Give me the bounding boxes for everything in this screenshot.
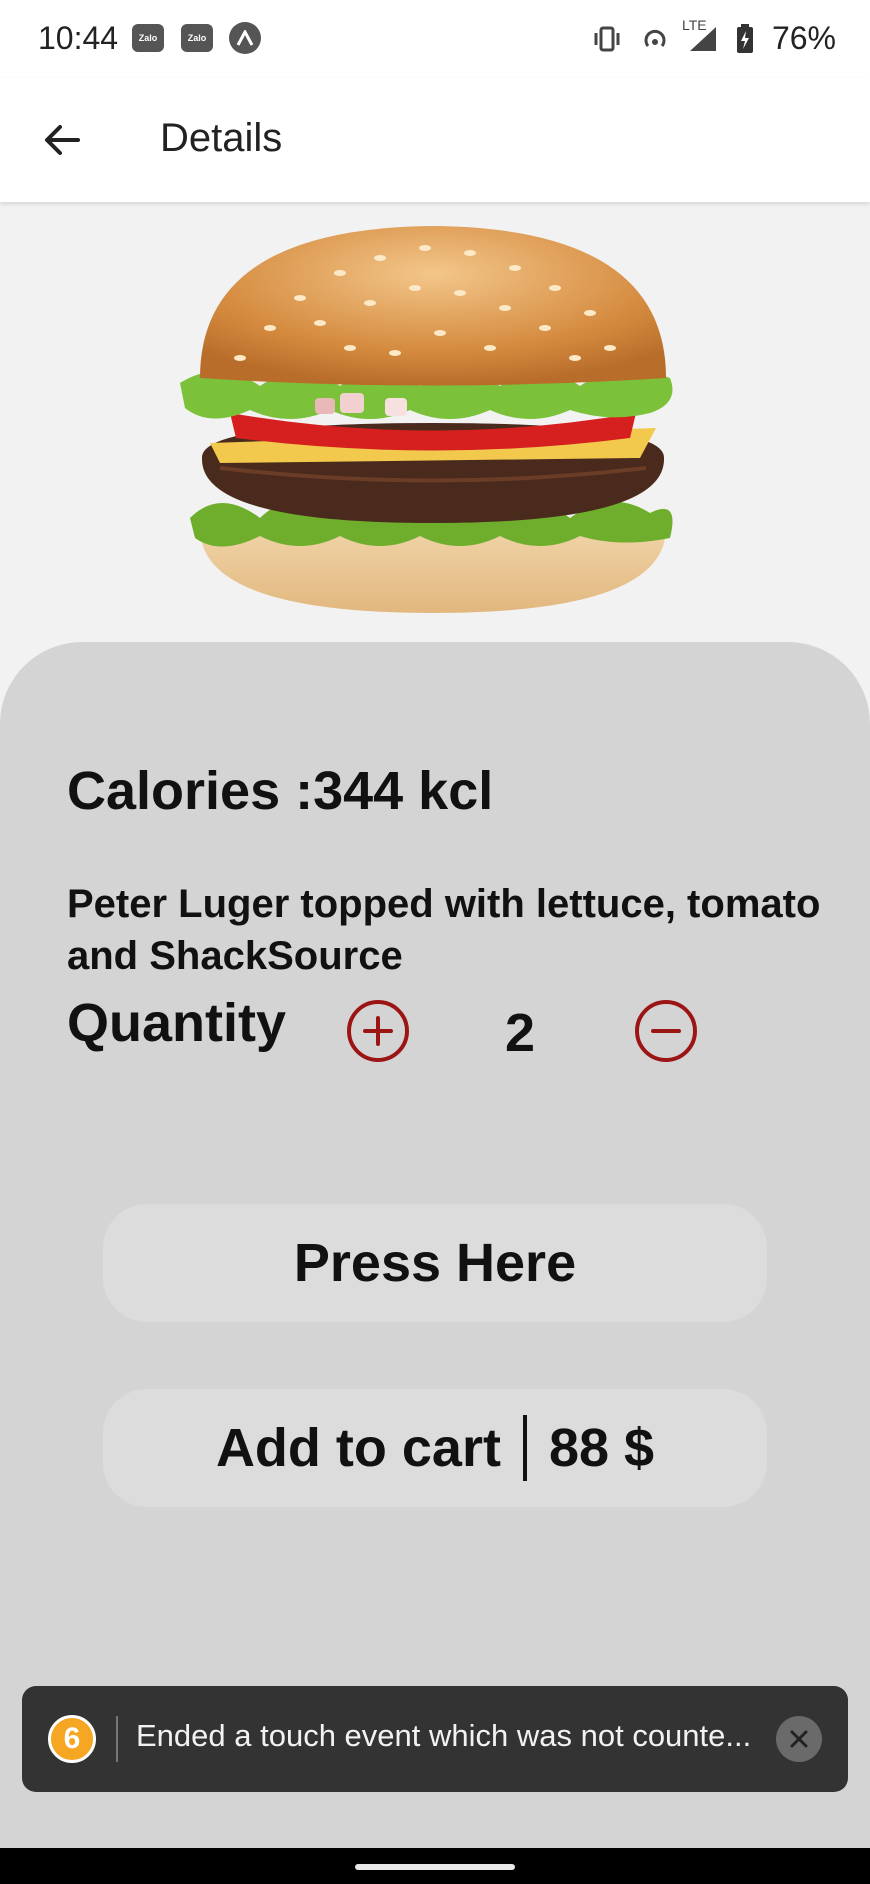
network-label: LTE bbox=[681, 16, 707, 33]
decrease-quantity-button[interactable] bbox=[635, 1000, 697, 1062]
signal-icon: LTE bbox=[682, 17, 718, 53]
zalo-notification-icon: Zalo bbox=[181, 24, 213, 52]
app-notification-icon bbox=[229, 22, 261, 54]
status-bar: 10:44 Zalo Zalo LTE 76% bbox=[0, 0, 870, 78]
divider bbox=[522, 1415, 527, 1481]
warning-count-badge: 6 bbox=[48, 1715, 96, 1763]
status-icons: LTE 76% bbox=[592, 17, 836, 57]
add-to-cart-button[interactable]: Add to cart 88 $ bbox=[103, 1389, 767, 1507]
quantity-value: 2 bbox=[504, 1003, 536, 1063]
toast-message[interactable]: Ended a touch event which was not counte… bbox=[136, 1718, 776, 1754]
status-time: 10:44 bbox=[38, 20, 119, 56]
press-here-label: Press Here bbox=[293, 1233, 577, 1293]
press-here-button[interactable]: Press Here bbox=[103, 1204, 767, 1322]
minus-icon bbox=[651, 1029, 681, 1033]
vibrate-icon bbox=[592, 26, 622, 52]
close-icon[interactable] bbox=[776, 1716, 822, 1762]
battery-icon bbox=[736, 23, 754, 54]
quantity-label: Quantity bbox=[67, 993, 287, 1053]
home-indicator[interactable] bbox=[355, 1864, 515, 1870]
app-bar: Details bbox=[0, 78, 870, 202]
price-label: 88 $ bbox=[548, 1418, 655, 1478]
page-title: Details bbox=[160, 116, 283, 160]
product-description: Peter Luger topped with lettuce, tomato … bbox=[67, 882, 821, 978]
add-to-cart-label: Add to cart bbox=[215, 1418, 501, 1478]
increase-quantity-button[interactable] bbox=[347, 1000, 409, 1062]
plus-icon bbox=[363, 1016, 393, 1046]
toast-divider bbox=[116, 1716, 118, 1762]
toast-notification: 6 Ended a touch event which was not coun… bbox=[22, 1686, 848, 1792]
back-arrow-icon[interactable] bbox=[38, 116, 86, 164]
navigation-bar bbox=[0, 1848, 870, 1884]
burger-image bbox=[180, 218, 686, 618]
hotspot-icon bbox=[640, 26, 670, 52]
calories-text: Calories :344 kcl bbox=[67, 761, 494, 821]
zalo-notification-icon: Zalo bbox=[132, 24, 164, 52]
battery-percent: 76% bbox=[771, 20, 836, 56]
